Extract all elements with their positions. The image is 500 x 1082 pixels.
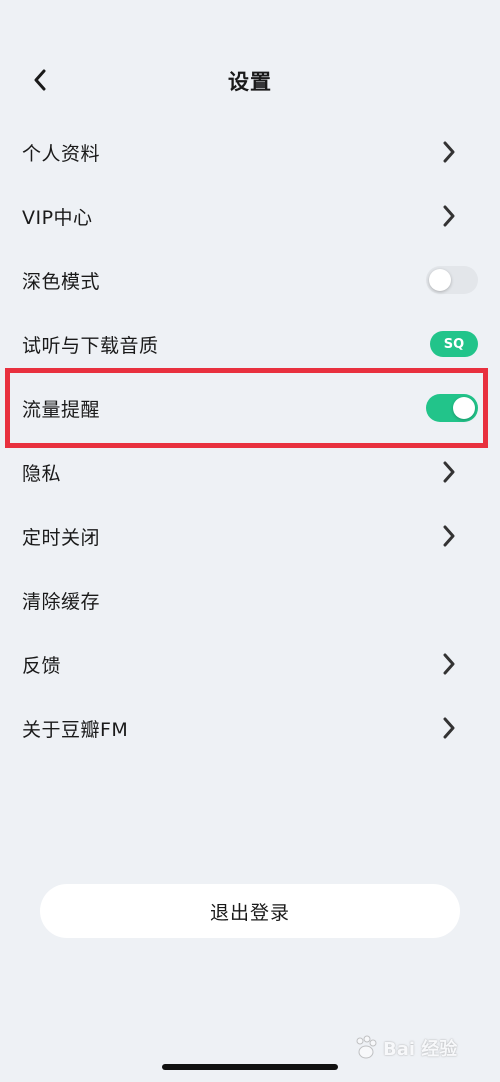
settings-item-label: 反馈 bbox=[22, 654, 62, 677]
settings-item-about[interactable]: 关于豆瓣FM bbox=[0, 696, 500, 760]
chevron-right-icon bbox=[442, 525, 456, 547]
settings-item-vip-center[interactable]: VIP中心 bbox=[0, 184, 500, 248]
chevron-right-icon bbox=[442, 205, 456, 227]
chevron-right-icon bbox=[442, 717, 456, 739]
settings-item-label: 试听与下载音质 bbox=[22, 334, 159, 357]
chevron-right-icon bbox=[442, 461, 456, 483]
settings-item-label: 关于豆瓣FM bbox=[22, 718, 129, 741]
settings-item-label: 清除缓存 bbox=[22, 590, 101, 613]
settings-item-label: VIP中心 bbox=[22, 206, 93, 229]
settings-item-label: 流量提醒 bbox=[22, 398, 101, 421]
watermark-text: Bai 经验 bbox=[383, 1039, 458, 1060]
settings-item-audio-quality[interactable]: 试听与下载音质 SQ bbox=[0, 312, 500, 376]
settings-item-label: 个人资料 bbox=[22, 142, 101, 165]
home-indicator[interactable] bbox=[162, 1064, 338, 1070]
toggle-knob bbox=[429, 269, 451, 291]
settings-item-data-usage-alert: 流量提醒 bbox=[0, 376, 500, 440]
watermark-logo: Bai 经验 bbox=[353, 1026, 488, 1070]
paw-icon bbox=[356, 1035, 377, 1059]
chevron-right-icon bbox=[442, 653, 456, 675]
settings-item-sleep-timer[interactable]: 定时关闭 bbox=[0, 504, 500, 568]
dark-mode-toggle[interactable] bbox=[426, 266, 478, 294]
settings-item-clear-cache[interactable]: 清除缓存 bbox=[0, 568, 500, 632]
settings-item-privacy[interactable]: 隐私 bbox=[0, 440, 500, 504]
settings-item-feedback[interactable]: 反馈 bbox=[0, 632, 500, 696]
data-usage-alert-toggle[interactable] bbox=[426, 394, 478, 422]
page-title: 设置 bbox=[228, 70, 272, 94]
settings-list: 个人资料 VIP中心 深色模式 试听与下载音质 SQ 流量提醒 隐私 定时关闭 … bbox=[0, 120, 500, 760]
settings-item-dark-mode: 深色模式 bbox=[0, 248, 500, 312]
settings-item-label: 隐私 bbox=[22, 462, 62, 485]
quality-badge[interactable]: SQ bbox=[430, 331, 478, 357]
chevron-right-icon bbox=[442, 141, 456, 163]
settings-item-label: 深色模式 bbox=[22, 270, 101, 293]
logout-button[interactable]: 退出登录 bbox=[40, 884, 460, 938]
toggle-knob bbox=[453, 397, 475, 419]
settings-item-label: 定时关闭 bbox=[22, 526, 101, 549]
header-bar: 设置 bbox=[0, 48, 500, 112]
settings-item-profile[interactable]: 个人资料 bbox=[0, 120, 500, 184]
